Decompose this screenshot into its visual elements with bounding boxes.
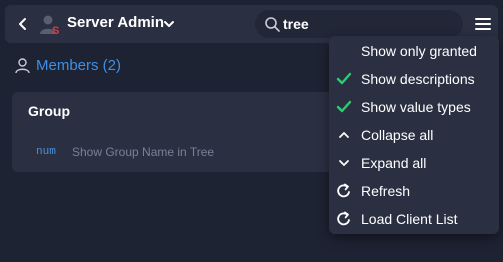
permission-description: Show Group Name in Tree (72, 145, 215, 159)
menu-item-label: Show only granted (361, 43, 477, 59)
back-arrow-icon[interactable] (15, 16, 31, 32)
chevron-down-icon (339, 160, 349, 166)
menu-item-label: Load Client List (361, 211, 458, 227)
user-icon (15, 58, 30, 74)
chevron-down-icon[interactable] (163, 18, 175, 30)
menu-item-load-client-list[interactable]: Load Client List (329, 205, 499, 233)
svg-text:S: S (52, 25, 59, 35)
server-admin-icon: S (40, 15, 59, 35)
refresh-icon (337, 183, 350, 198)
menu-item-label: Show descriptions (361, 71, 475, 87)
menu-item-label: Expand all (361, 155, 427, 171)
menu-item-show-only-granted[interactable]: Show only granted (329, 37, 499, 65)
menu-item-expand-all[interactable]: Expand all (329, 149, 499, 177)
server-title[interactable]: Server Admin (67, 14, 164, 31)
menu-item-label: Refresh (361, 183, 411, 199)
refresh-icon (337, 211, 350, 226)
menu-item-show-value-types[interactable]: Show value types (329, 93, 499, 121)
search-icon (265, 17, 280, 32)
menu-item-collapse-all[interactable]: Collapse all (329, 121, 499, 149)
menu-item-label: Collapse all (361, 127, 434, 143)
search-box[interactable] (255, 10, 463, 38)
menu-item-refresh[interactable]: Refresh (329, 177, 499, 205)
check-icon (336, 100, 352, 113)
menu-item-show-descriptions[interactable]: Show descriptions (329, 65, 499, 93)
group-card: Group num Show Group Name in Tree (12, 92, 342, 172)
check-icon (336, 72, 352, 85)
search-input[interactable] (283, 14, 453, 34)
hamburger-menu-icon[interactable] (475, 17, 491, 31)
options-dropdown-menu: Show only granted Show descriptions Show… (329, 36, 499, 234)
members-label[interactable]: Members (2) (36, 57, 121, 74)
menu-item-label: Show value types (361, 99, 471, 115)
group-title: Group (28, 103, 70, 119)
value-type-badge: num (36, 146, 56, 158)
chevron-up-icon (339, 132, 349, 138)
